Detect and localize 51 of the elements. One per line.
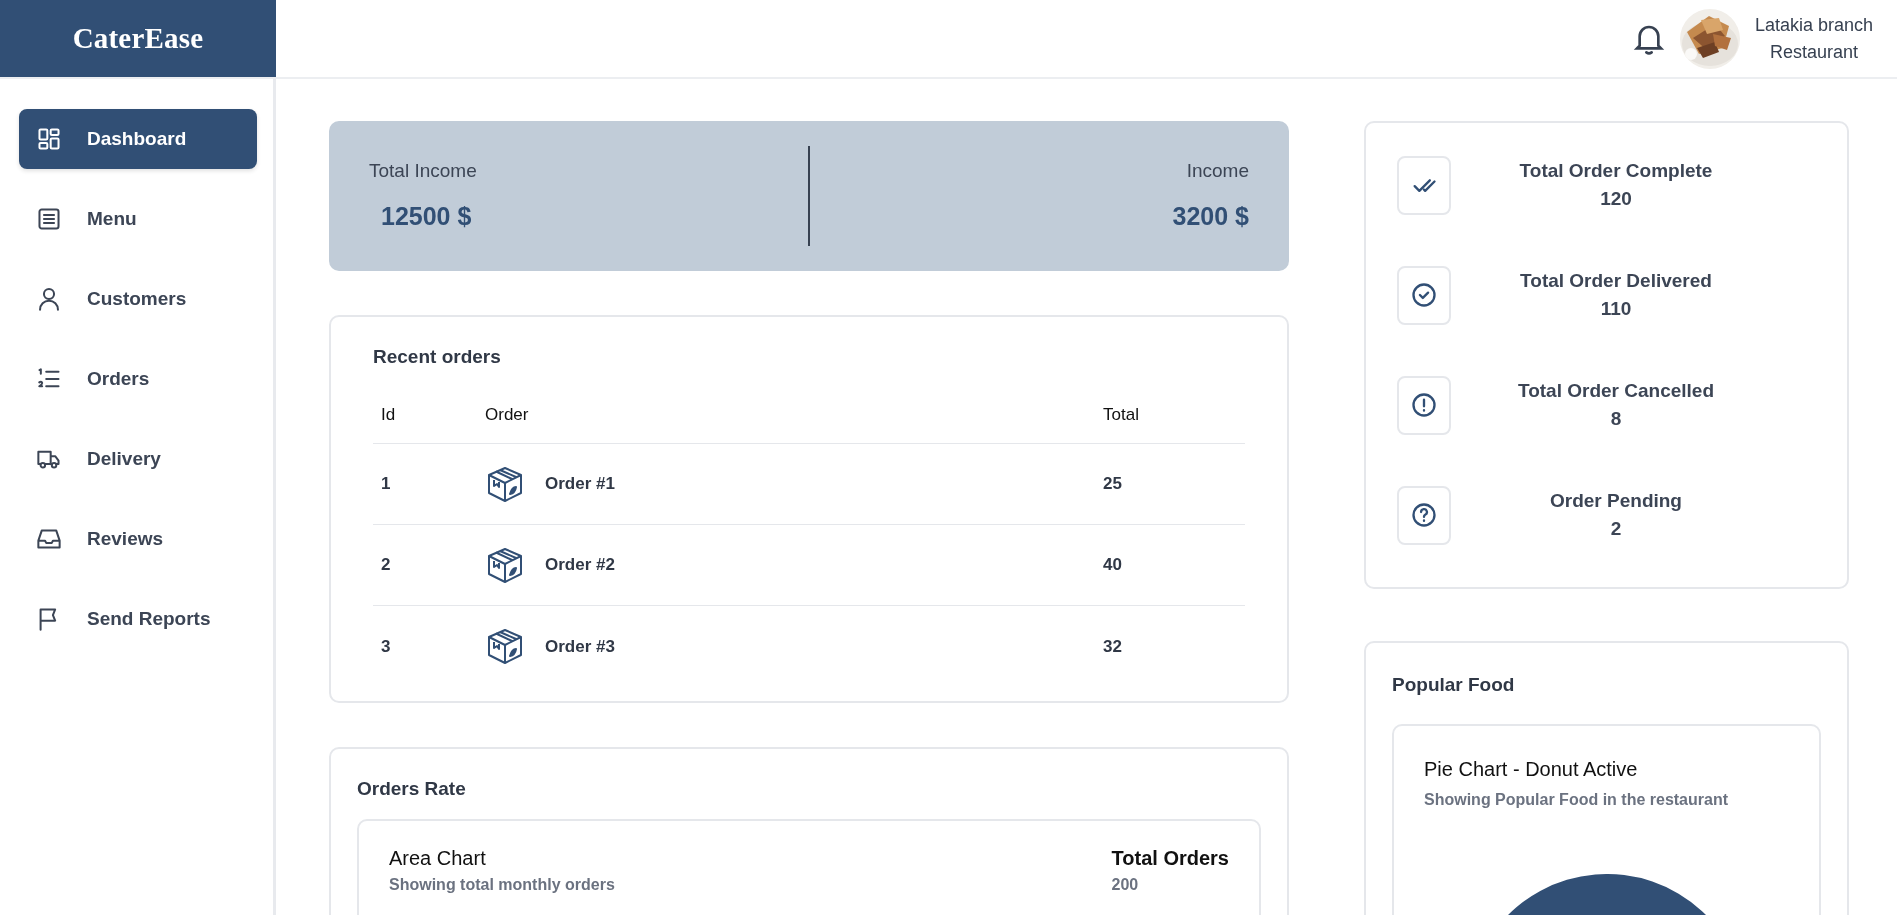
table-cell: 3 bbox=[373, 605, 477, 687]
total-label: Total Orders bbox=[1111, 846, 1229, 871]
order-name: Order #2 bbox=[545, 554, 615, 577]
stat-value: 2 bbox=[1609, 517, 1623, 541]
chart-subtitle: Showing total monthly orders bbox=[389, 875, 615, 895]
table-cell: 40 bbox=[1095, 524, 1245, 606]
stat-label: Order Pending bbox=[1549, 488, 1683, 513]
income-label: Total Income bbox=[369, 159, 478, 183]
table-cell: 1 bbox=[373, 443, 477, 525]
document-icon bbox=[35, 205, 63, 233]
account-name: Latakia branch bbox=[1754, 14, 1873, 38]
grid-icon bbox=[35, 125, 63, 153]
alert-circle-icon bbox=[1410, 391, 1438, 419]
sidebar-item[interactable]: Dashboard bbox=[19, 109, 257, 169]
sidebar-item[interactable]: Delivery bbox=[19, 429, 257, 489]
chart-title: Pie Chart - Donut Active bbox=[1424, 756, 1639, 782]
column-header: Total bbox=[1095, 379, 1245, 444]
table-cell: 2 bbox=[373, 524, 477, 606]
box-icon bbox=[485, 464, 525, 504]
sidebar-item[interactable]: Menu bbox=[19, 189, 257, 249]
account-role: Restaurant bbox=[1768, 40, 1859, 64]
column-header: Id bbox=[373, 379, 477, 444]
check-circle-icon bbox=[1410, 281, 1438, 309]
stat-label: Total Order Complete bbox=[1518, 158, 1714, 183]
card-title: Recent orders bbox=[373, 345, 502, 369]
sidebar-item[interactable]: Customers bbox=[19, 269, 257, 329]
stat-label: Total Order Cancelled bbox=[1517, 378, 1715, 403]
table-cell: 32 bbox=[1095, 605, 1245, 687]
order-name: Order #1 bbox=[545, 473, 615, 496]
order-name: Order #3 bbox=[545, 635, 615, 658]
income-value: 3200 $ bbox=[1171, 200, 1249, 232]
column-header: Order bbox=[477, 379, 1095, 444]
stat-value: 120 bbox=[1599, 187, 1633, 211]
stat-label: Total Order Delivered bbox=[1519, 268, 1713, 293]
stat-value: 110 bbox=[1599, 297, 1633, 321]
sidebar-item[interactable]: Orders bbox=[19, 349, 257, 409]
box-icon bbox=[485, 545, 525, 585]
chart-subtitle: Showing Popular Food in the restaurant bbox=[1424, 789, 1729, 810]
card-title: Orders Rate bbox=[357, 776, 467, 801]
total-value: 200 bbox=[1111, 875, 1140, 895]
stat-value: 8 bbox=[1609, 407, 1623, 431]
income-value: 12500 $ bbox=[380, 200, 473, 232]
sidebar-item[interactable]: Reviews bbox=[19, 509, 257, 569]
card-title: Popular Food bbox=[1392, 673, 1516, 697]
brand-logo: CaterEase bbox=[72, 20, 204, 56]
help-circle-icon bbox=[1410, 501, 1438, 529]
table-cell: 25 bbox=[1095, 443, 1245, 525]
sidebar-item[interactable]: Send Reports bbox=[19, 589, 257, 649]
income-label: Income bbox=[1185, 159, 1249, 183]
chart-title: Area Chart bbox=[389, 846, 487, 871]
box-icon bbox=[485, 626, 525, 667]
